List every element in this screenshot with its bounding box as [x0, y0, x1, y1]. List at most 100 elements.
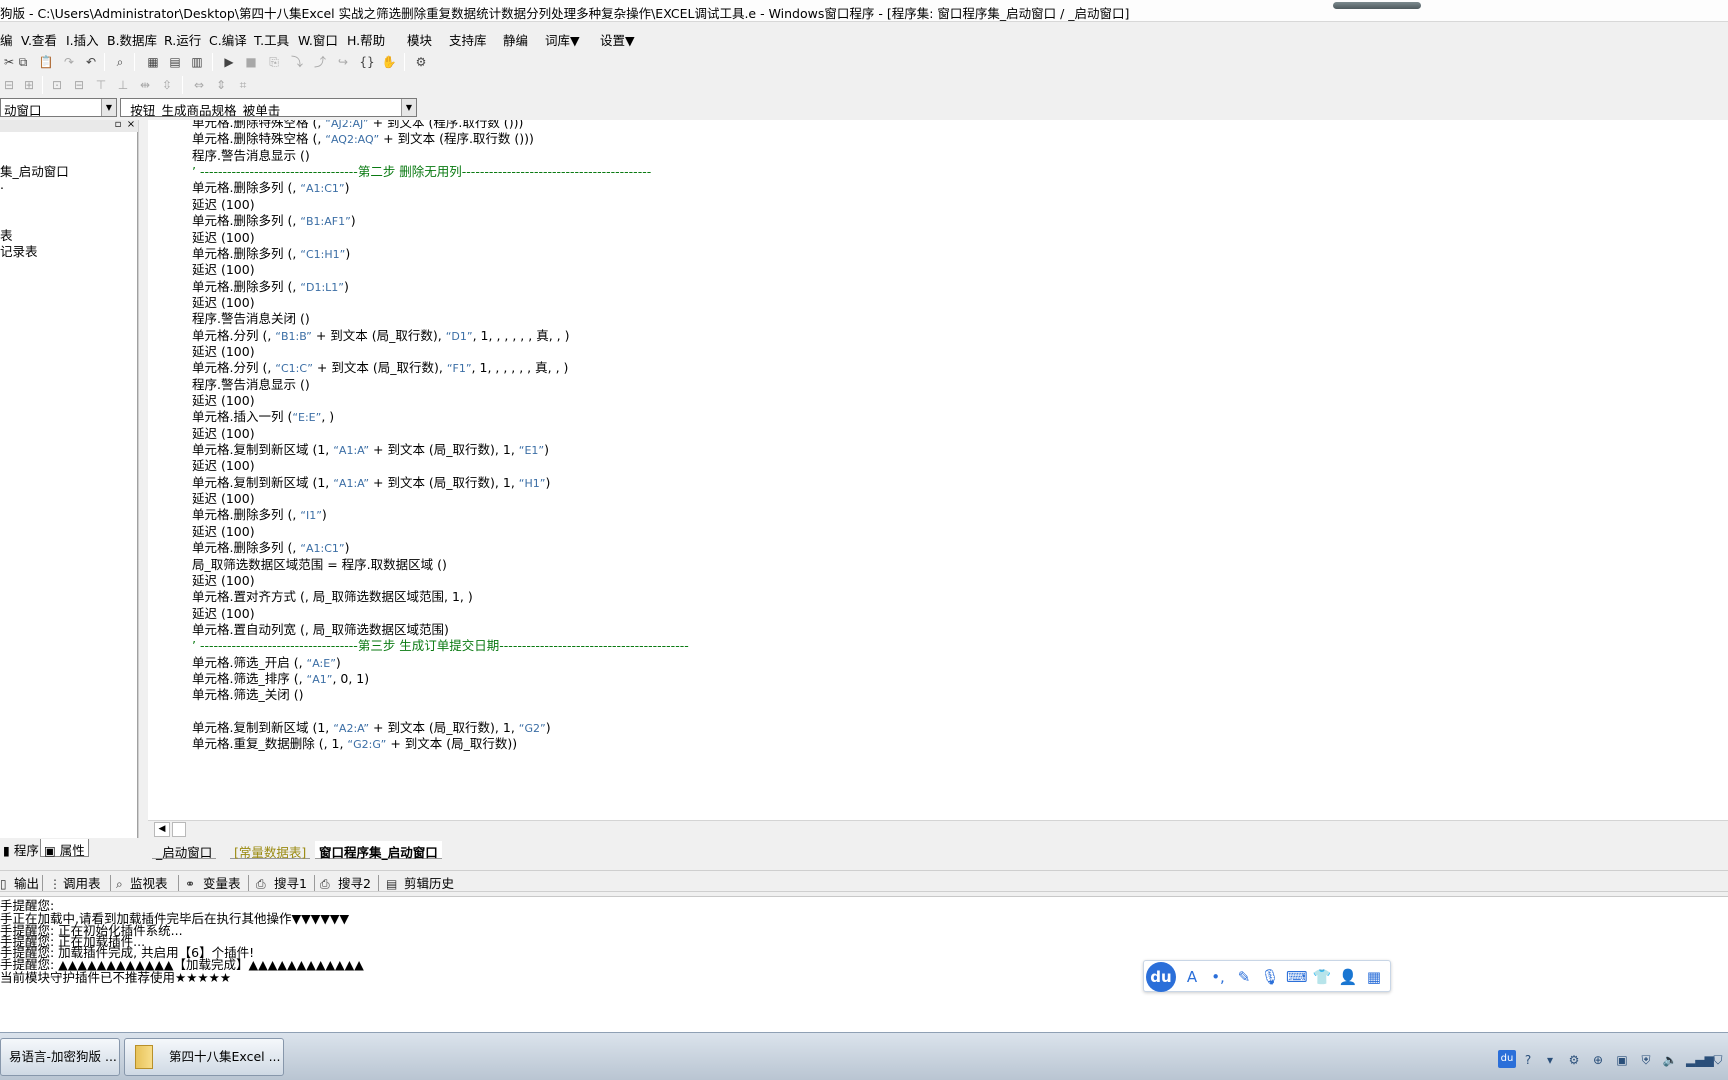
menu-support-lib[interactable]: 支持库	[449, 30, 487, 49]
align-bottom-icon[interactable]: ⊥	[114, 76, 132, 94]
tab-search2[interactable]: ⎙ 搜寻2	[320, 873, 371, 892]
step-icon[interactable]: ⎘	[265, 53, 283, 71]
step-over-icon[interactable]: ↪	[334, 53, 352, 71]
code-line[interactable]: 单元格.筛选_开启 (, “A:E”)	[192, 654, 341, 672]
skin-icon[interactable]: 👕	[1312, 967, 1332, 987]
layout3-icon[interactable]: ▥	[188, 53, 206, 71]
braces-icon[interactable]: {}	[358, 53, 376, 71]
menu-edit[interactable]: 编	[0, 30, 13, 49]
object-selector[interactable]: 动窗口 ▼	[0, 98, 117, 117]
code-line[interactable]: 延迟 (100)	[192, 229, 255, 247]
tab-watch[interactable]: ⌕ 监视表	[116, 873, 168, 892]
tab-call-table[interactable]: ⋮⋮调用表	[49, 873, 101, 892]
same-width-icon[interactable]: ⇹	[136, 76, 154, 94]
menu-tools[interactable]: T.工具	[254, 30, 289, 49]
code-line[interactable]: 延迟 (100)	[192, 572, 255, 590]
tree-item[interactable]: .	[0, 177, 4, 192]
tree-item[interactable]: 集_启动窗口	[0, 161, 69, 180]
same-size-icon[interactable]: ⇔	[190, 76, 208, 94]
chevron-down-icon[interactable]: ▼	[401, 99, 416, 116]
code-line[interactable]: 程序.警告消息关闭 ()	[192, 310, 310, 328]
align-middle-icon[interactable]: ⊤	[92, 76, 110, 94]
tray-app-icon[interactable]: ⚙	[1566, 1052, 1582, 1068]
step-out-icon[interactable]: ⤴	[311, 53, 329, 71]
user-icon[interactable]: 👤	[1338, 967, 1358, 987]
volume-icon[interactable]: 🔈	[1662, 1052, 1678, 1068]
code-line[interactable]: 单元格.筛选_关闭 ()	[192, 686, 303, 704]
code-line[interactable]: 延迟 (100)	[192, 261, 255, 279]
code-line[interactable]: 单元格.重复_数据删除 (, 1, “G2:G” + 到文本 (局_取行数))	[192, 735, 517, 753]
plugin-icon[interactable]: ⚙	[412, 53, 430, 71]
help-icon[interactable]: ?	[1520, 1052, 1536, 1068]
copy-icon[interactable]: ⧉	[14, 53, 32, 71]
panel-splitter[interactable]	[138, 120, 148, 838]
code-line[interactable]: 单元格.删除多列 (, “B1:AF1”)	[192, 212, 356, 230]
layout2-icon[interactable]: ▤	[166, 53, 184, 71]
punctuation-icon[interactable]: •,	[1208, 967, 1228, 987]
menu-help[interactable]: H.帮助	[347, 30, 385, 49]
menu-window[interactable]: W.窗口	[298, 30, 338, 49]
output-console[interactable]: 手提醒您: 手正在加载中,请看到加载插件完毕后在执行其他操作▼▼▼▼▼▼ 手提醒…	[0, 896, 1728, 1032]
tree-item[interactable]: 记录表	[0, 241, 38, 260]
align-center-icon[interactable]: ⊞	[20, 76, 38, 94]
height-icon[interactable]: ⇕	[212, 76, 230, 94]
tray-ime-icon[interactable]: du	[1498, 1050, 1516, 1068]
redo-icon[interactable]: ↷	[60, 53, 78, 71]
grid-icon[interactable]: ▦	[1364, 967, 1384, 987]
menu-run[interactable]: R.运行	[164, 30, 201, 49]
network-icon[interactable]: ▂▄▆	[1686, 1052, 1714, 1068]
tray-monitor-icon[interactable]: ▣	[1614, 1052, 1630, 1068]
align-left-icon[interactable]: ⊟	[0, 76, 18, 94]
code-line[interactable]: 程序.警告消息显示 ()	[192, 376, 310, 394]
code-line[interactable]: 延迟 (100)	[192, 425, 255, 443]
code-line[interactable]: 延迟 (100)	[192, 457, 255, 475]
code-line[interactable]: 单元格.分列 (, “C1:C” + 到文本 (局_取行数), “F1”, 1,…	[192, 359, 568, 377]
code-line[interactable]: 单元格.置自动列宽 (, 局_取筛选数据区域范围)	[192, 621, 449, 639]
menu-lexicon[interactable]: 词库▼	[545, 30, 580, 49]
tab-start-window[interactable]: _启动窗口	[152, 841, 217, 860]
menu-compile[interactable]: C.编译	[209, 30, 247, 49]
stop-icon[interactable]: ■	[242, 53, 260, 71]
horizontal-scrollbar[interactable]: ◀	[148, 820, 1728, 837]
code-line[interactable]: 单元格.插入一列 (“E:E”, )	[192, 408, 334, 426]
layout1-icon[interactable]: ▦	[144, 53, 162, 71]
menu-view[interactable]: V.查看	[21, 30, 57, 49]
pen-icon[interactable]: ✎	[1234, 967, 1254, 987]
mic-icon[interactable]: 🎙	[1260, 967, 1280, 987]
code-line[interactable]: 单元格.复制到新区域 (1, “A1:A” + 到文本 (局_取行数), 1, …	[192, 474, 550, 492]
find-icon[interactable]: ⌕	[111, 53, 129, 71]
code-line[interactable]: 单元格.复制到新区域 (1, “A1:A” + 到文本 (局_取行数), 1, …	[192, 441, 549, 459]
paste-icon[interactable]: 📋	[37, 53, 55, 71]
code-line[interactable]: 单元格.删除多列 (, “D1:L1”)	[192, 278, 349, 296]
menu-module[interactable]: 模块	[407, 30, 432, 49]
menu-static-compile[interactable]: 静编	[503, 30, 528, 49]
tab-constants[interactable]: [常量数据表]	[230, 841, 311, 860]
code-line[interactable]: 延迟 (100)	[192, 392, 255, 410]
code-line[interactable]: 程序.警告消息显示 ()	[192, 147, 310, 165]
tray-plus-icon[interactable]: ⊕	[1590, 1052, 1606, 1068]
code-line[interactable]: 单元格.删除多列 (, “A1:C1”)	[192, 179, 349, 197]
tab-variables[interactable]: ⚭ 变量表	[185, 873, 241, 892]
pin-icon[interactable]: ▫	[113, 120, 123, 130]
tab-program[interactable]: ▮ 程序	[0, 839, 42, 858]
scroll-left-icon[interactable]: ◀	[154, 822, 170, 837]
code-line[interactable]: 单元格.分列 (, “B1:B” + 到文本 (局_取行数), “D1”, 1,…	[192, 327, 569, 345]
security-icon[interactable]: ⛉	[1710, 1052, 1726, 1068]
tray-shield-icon[interactable]: ⛨	[1638, 1052, 1654, 1068]
font-icon[interactable]: A	[1182, 967, 1202, 987]
code-line[interactable]: 局_取筛选数据区域范围 = 程序.取数据区域 ()	[192, 556, 447, 574]
code-line[interactable]: 延迟 (100)	[192, 343, 255, 361]
code-line[interactable]: 单元格.删除多列 (, “I1”)	[192, 506, 327, 524]
code-line[interactable]: 单元格.删除特殊空格 (, “AQ2:AQ” + 到文本 (程序.取行数 ())…	[192, 130, 534, 148]
ime-toolbar[interactable]: du A •, ✎ 🎙 ⌨ 👕 👤 ▦	[1143, 960, 1391, 992]
taskbar-item-folder[interactable]: 第四十八集Excel ...	[124, 1038, 284, 1076]
menu-settings[interactable]: 设置▼	[600, 30, 635, 49]
code-line[interactable]: 延迟 (100)	[192, 196, 255, 214]
scroll-thumb[interactable]	[172, 822, 186, 837]
size-icon[interactable]: ⌗	[234, 76, 252, 94]
menu-insert[interactable]: I.插入	[66, 30, 99, 49]
taskbar-item-ide[interactable]: 易语言-加密狗版 ...	[0, 1038, 120, 1076]
code-line[interactable]: 单元格.复制到新区域 (1, “A2:A” + 到文本 (局_取行数), 1, …	[192, 719, 551, 737]
tray-arrow-icon[interactable]: ▾	[1542, 1052, 1558, 1068]
run-icon[interactable]: ▶	[220, 53, 238, 71]
